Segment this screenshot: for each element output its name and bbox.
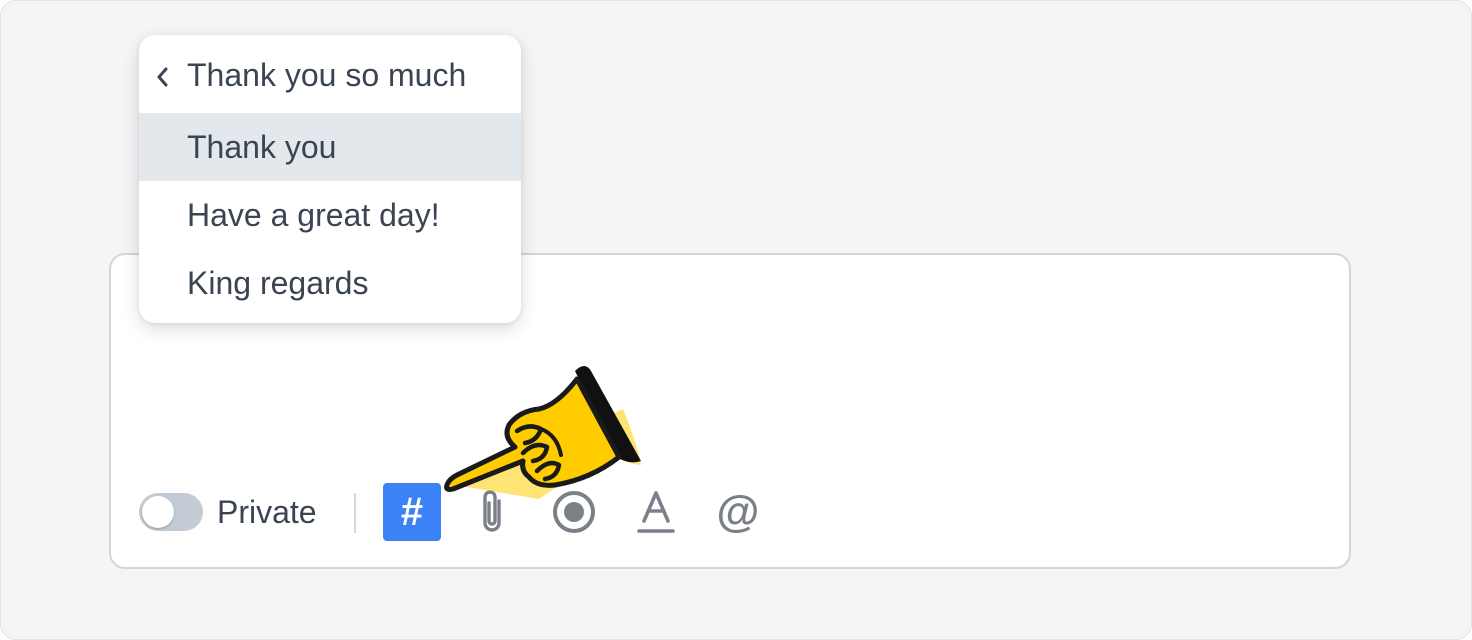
app-frame: Private # @ Thank you so much Thank you …: [0, 0, 1472, 640]
menu-item-label: King regards: [187, 265, 369, 301]
canned-response-menu: Thank you so much Thank you Have a great…: [139, 35, 521, 323]
toolbar-divider: [354, 493, 356, 533]
toggle-knob: [142, 496, 174, 528]
menu-item-label: Have a great day!: [187, 197, 440, 233]
private-toggle[interactable]: [139, 493, 203, 531]
menu-item-king-regards[interactable]: King regards: [139, 249, 521, 317]
menu-header-title: Thank you so much: [187, 57, 467, 93]
pointing-hand-icon: [444, 366, 641, 499]
menu-item-thank-you[interactable]: Thank you: [139, 113, 521, 181]
menu-back-header[interactable]: Thank you so much: [139, 35, 521, 113]
chevron-left-icon[interactable]: [155, 67, 169, 87]
hash-button[interactable]: #: [383, 483, 441, 541]
menu-item-label: Thank you: [187, 129, 337, 165]
mention-button[interactable]: @: [709, 483, 767, 541]
hash-icon: #: [400, 490, 424, 534]
at-icon: @: [716, 487, 760, 536]
private-label: Private: [217, 494, 317, 530]
menu-item-have-a-great-day[interactable]: Have a great day!: [139, 181, 521, 249]
